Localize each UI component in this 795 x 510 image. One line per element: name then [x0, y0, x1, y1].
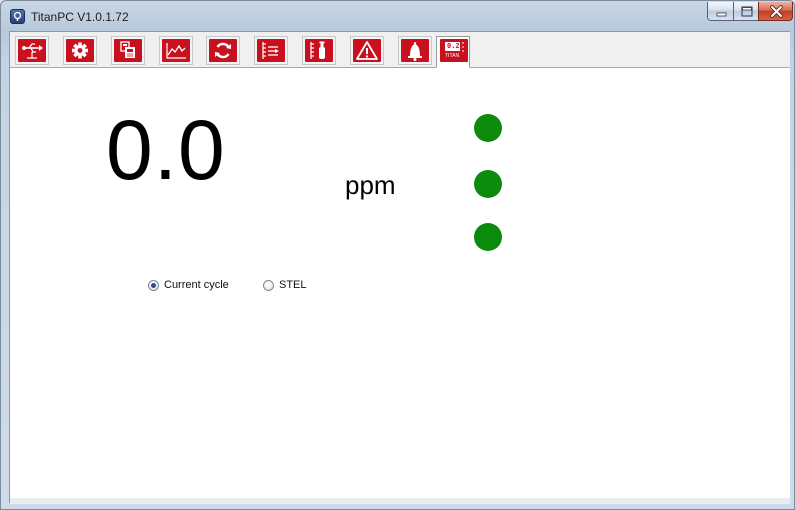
toolbar-button-display[interactable]: 0.2 TITAN	[436, 36, 470, 68]
close-button[interactable]	[758, 2, 793, 21]
usb-connect-icon	[18, 39, 46, 62]
data-log-icon	[257, 39, 285, 62]
toolbar-button-graph[interactable]	[159, 36, 193, 65]
radio-current-cycle[interactable]: Current cycle	[148, 279, 229, 291]
status-indicator-1	[474, 114, 502, 142]
title-bar[interactable]: TitanPC V1.0.1.72	[1, 1, 794, 31]
main-panel: 0.2 TITAN 0.0 ppm Current cycle STEL	[9, 31, 790, 504]
device-settings-icon	[114, 39, 142, 62]
radio-label-current-cycle: Current cycle	[164, 279, 229, 291]
calibration-icon	[305, 39, 333, 62]
radio-stel[interactable]: STEL	[263, 279, 307, 291]
toolbar-button-datalog[interactable]	[254, 36, 288, 65]
toolbar-button-connect[interactable]	[15, 36, 49, 65]
radio-button-icon[interactable]	[148, 279, 159, 291]
toolbar-button-calibration[interactable]	[302, 36, 336, 65]
radio-button-icon[interactable]	[263, 279, 274, 291]
status-indicator-3	[474, 223, 502, 251]
toolbar-button-device[interactable]	[111, 36, 145, 65]
close-icon	[770, 5, 783, 18]
minimize-icon	[716, 12, 727, 17]
radio-label-stel: STEL	[279, 279, 307, 291]
app-window: TitanPC V1.0.1.72 0.2 TITAN 0.0 ppm Curr…	[0, 0, 795, 510]
window-title: TitanPC V1.0.1.72	[31, 10, 129, 24]
toolbar: 0.2 TITAN	[10, 32, 790, 68]
warning-icon	[353, 39, 381, 62]
toolbar-button-warnings[interactable]	[350, 36, 384, 65]
gas-reading-unit: ppm	[345, 170, 396, 200]
line-graph-icon	[162, 39, 190, 62]
app-icon	[10, 9, 25, 24]
minimize-button[interactable]	[707, 2, 734, 21]
status-indicator-2	[474, 170, 502, 198]
toolbar-button-refresh[interactable]	[206, 36, 240, 65]
refresh-icon	[209, 39, 237, 62]
alarm-bell-icon	[401, 39, 429, 62]
maximize-button[interactable]	[733, 2, 759, 21]
toolbar-button-alarm[interactable]	[398, 36, 432, 65]
titan-brand-text: TITAN	[445, 53, 460, 59]
titan-display-icon: 0.2 TITAN	[440, 39, 468, 62]
status-strip	[10, 498, 790, 504]
toolbar-button-settings[interactable]	[63, 36, 97, 65]
gas-reading-value: 0.0	[106, 103, 226, 197]
display-reading-text: 0.2	[447, 42, 460, 50]
gear-icon	[66, 39, 94, 62]
maximize-icon	[741, 6, 753, 17]
